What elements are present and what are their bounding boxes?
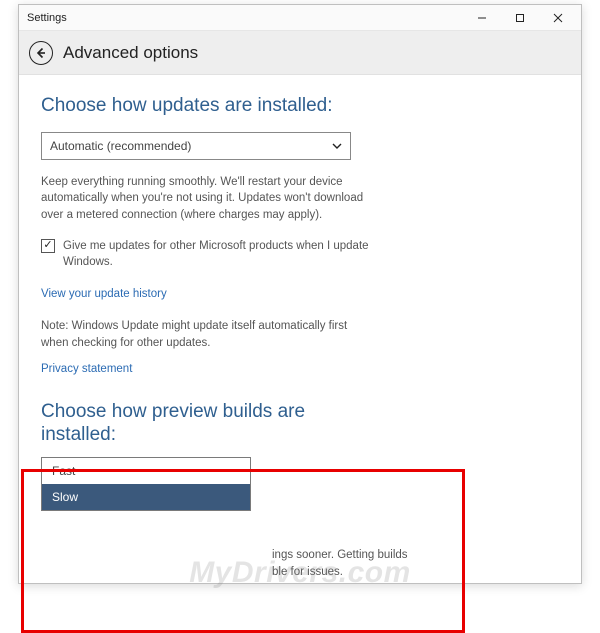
preview-description-fragment: ings sooner. Getting builds ble for issu… — [272, 547, 422, 580]
update-mode-dropdown[interactable]: Automatic (recommended) — [41, 132, 351, 160]
close-button[interactable] — [539, 6, 577, 30]
checkbox-checked-icon: ✓ — [41, 239, 55, 253]
update-history-link[interactable]: View your update history — [41, 288, 167, 300]
settings-window: Settings Advanced options Choose how upd… — [18, 4, 582, 584]
page-header: Advanced options — [19, 31, 581, 75]
minimize-button[interactable] — [463, 6, 501, 30]
privacy-link[interactable]: Privacy statement — [41, 363, 132, 375]
preview-option-slow[interactable]: Slow — [42, 484, 250, 510]
update-note: Note: Windows Update might update itself… — [41, 318, 371, 351]
titlebar: Settings — [19, 5, 581, 31]
preview-heading: Choose how preview builds are installed: — [41, 401, 351, 447]
updates-heading: Choose how updates are installed: — [41, 95, 559, 118]
preview-option-fast[interactable]: Fast — [42, 458, 250, 484]
back-button[interactable] — [29, 41, 53, 65]
content-area: Choose how updates are installed: Automa… — [19, 75, 581, 511]
page-title: Advanced options — [63, 43, 198, 63]
maximize-button[interactable] — [501, 6, 539, 30]
update-mode-value: Automatic (recommended) — [50, 139, 191, 153]
other-products-checkbox-row[interactable]: ✓ Give me updates for other Microsoft pr… — [41, 238, 381, 270]
preview-ring-dropdown[interactable]: Fast Slow — [41, 457, 251, 511]
other-products-checkbox-label: Give me updates for other Microsoft prod… — [63, 238, 381, 270]
preview-section: Choose how preview builds are installed:… — [41, 401, 351, 511]
window-title: Settings — [27, 12, 463, 24]
updates-description: Keep everything running smoothly. We'll … — [41, 174, 371, 224]
chevron-down-icon — [332, 140, 342, 152]
window-controls — [463, 6, 577, 30]
